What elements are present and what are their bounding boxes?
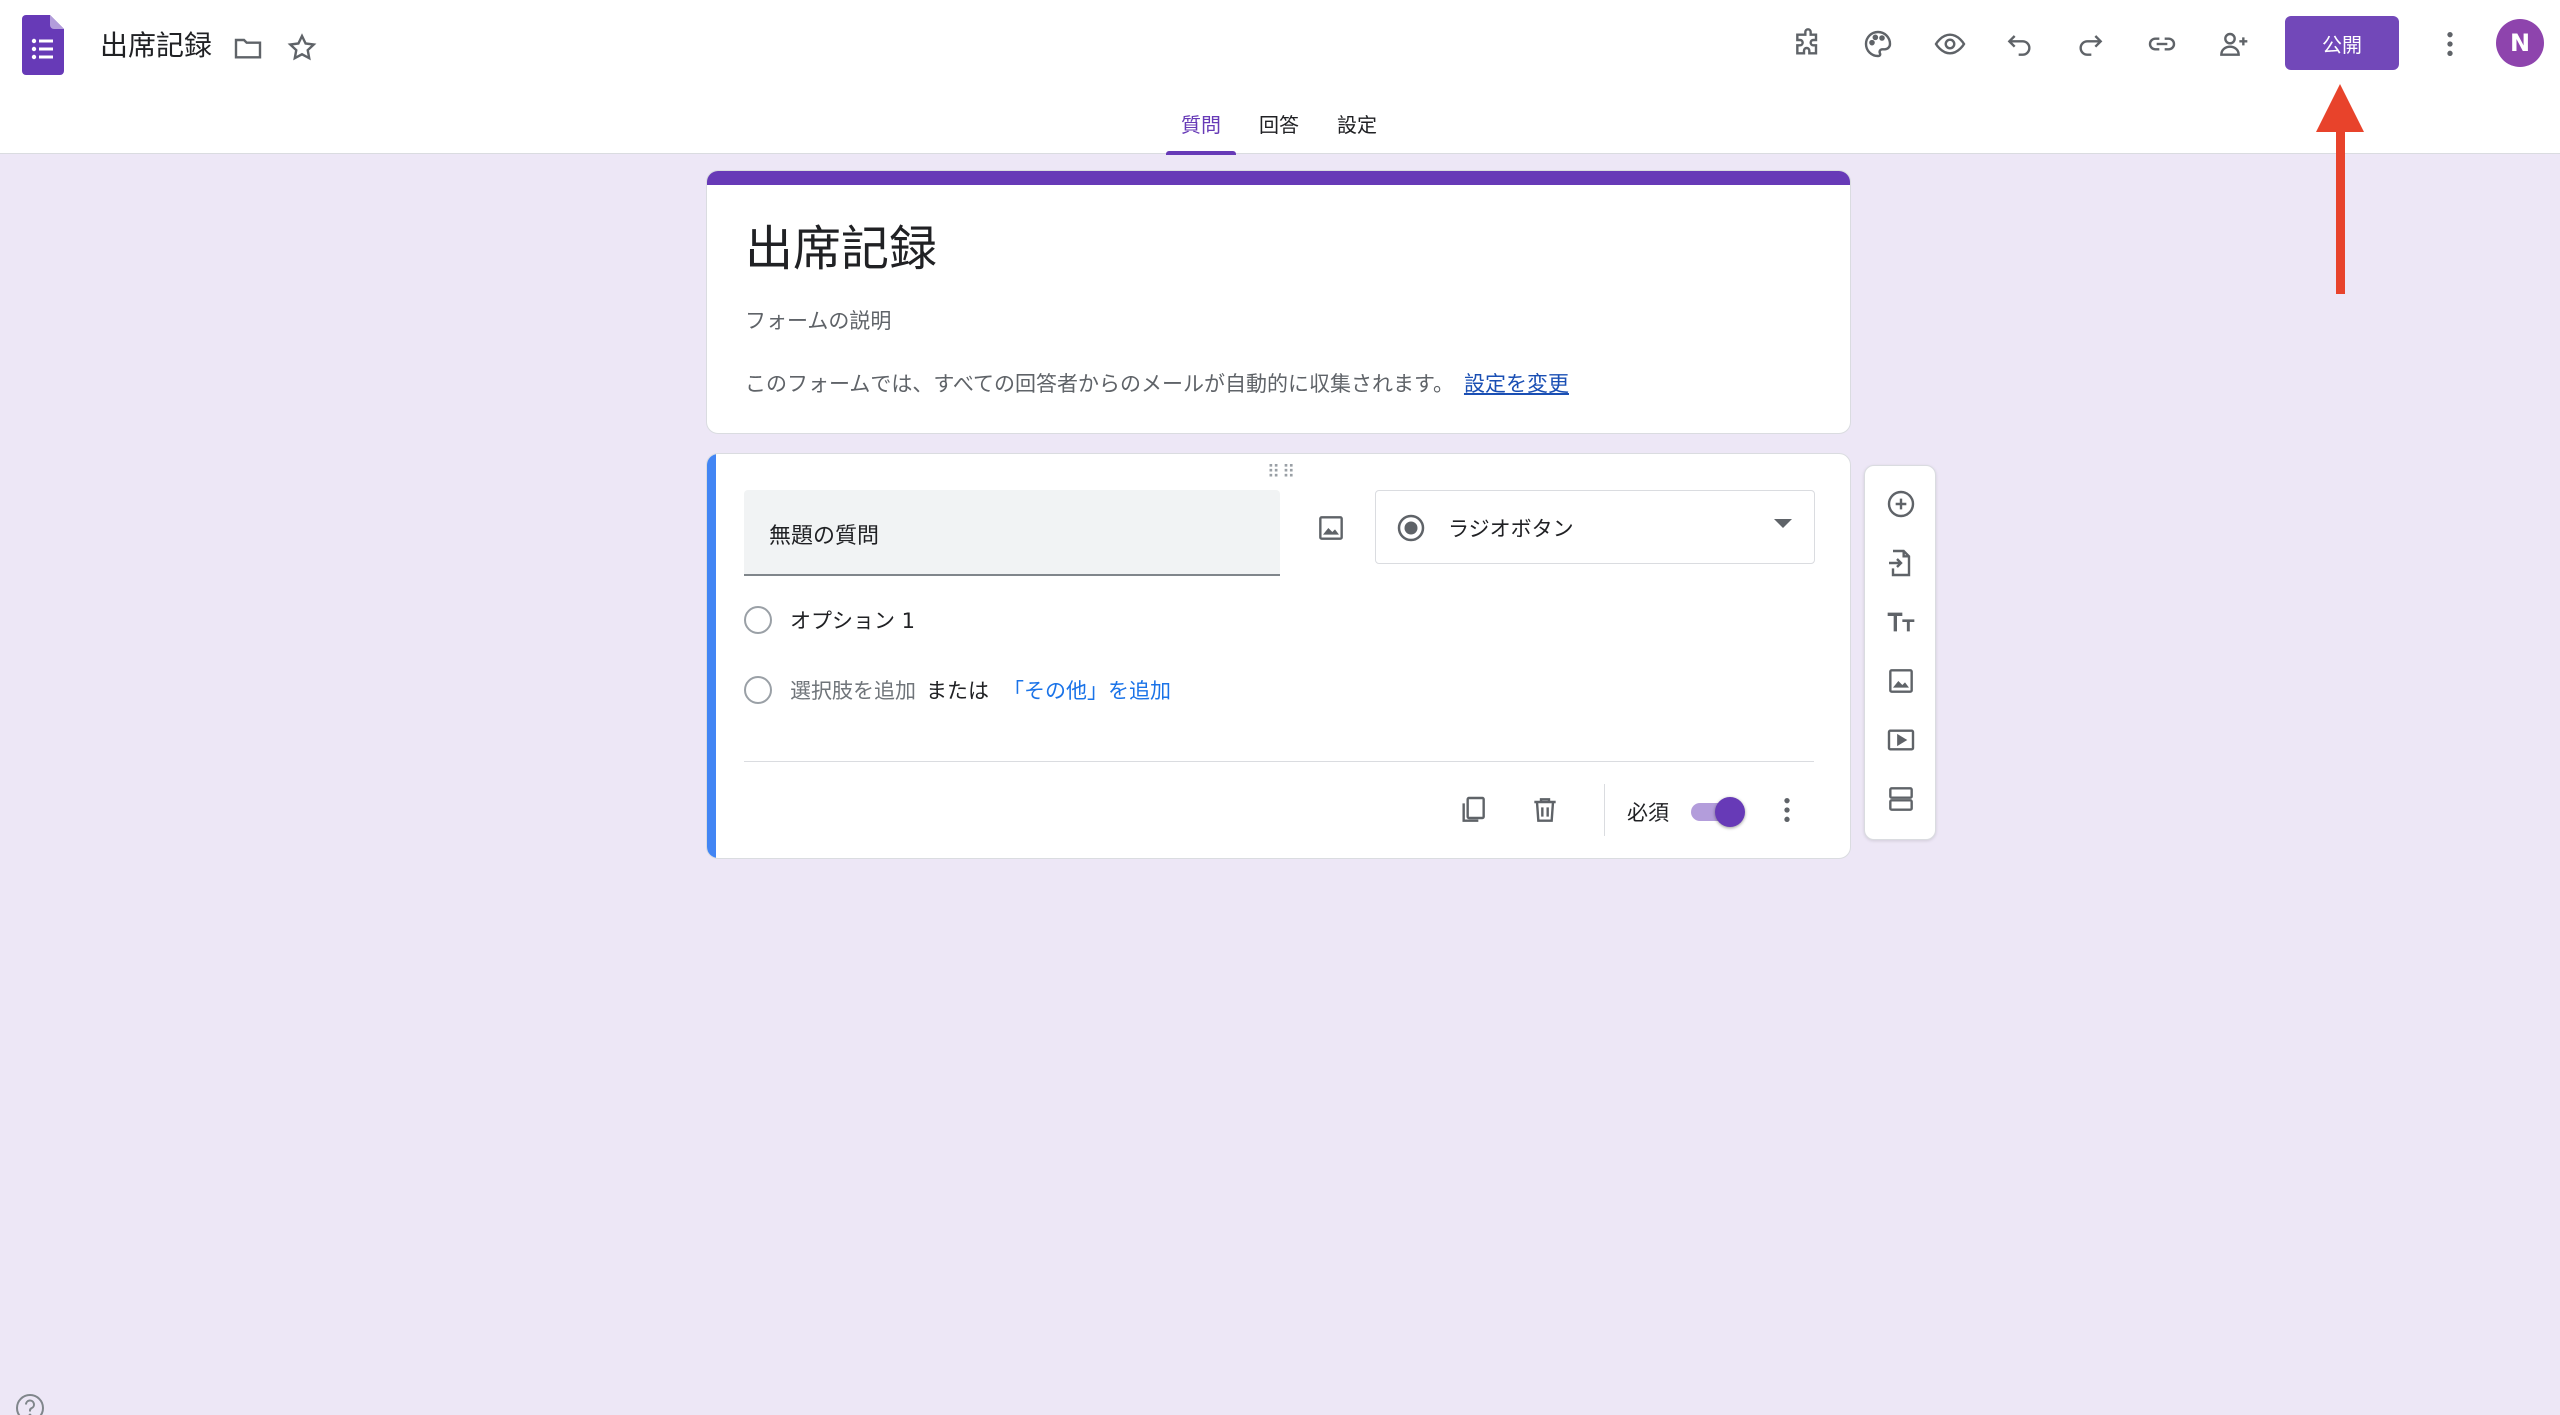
add-title-icon[interactable] xyxy=(1877,598,1925,646)
email-collection-note: このフォームでは、すべての回答者からのメールが自動的に収集されます。 設定を変更 xyxy=(745,368,1569,398)
add-option-button[interactable]: 選択肢を追加 xyxy=(790,675,916,705)
required-label: 必須 xyxy=(1627,801,1669,825)
option-label[interactable]: オプション 1 xyxy=(790,605,915,635)
email-note-text: このフォームでは、すべての回答者からのメールが自動的に収集されます。 xyxy=(745,372,1454,396)
delete-icon[interactable] xyxy=(1523,788,1567,832)
radio-button-icon xyxy=(1397,514,1425,542)
annotation-arrow-icon xyxy=(2316,84,2364,294)
preview-icon[interactable] xyxy=(1926,20,1974,68)
folder-icon[interactable] xyxy=(224,24,272,72)
redo-icon[interactable] xyxy=(2066,20,2114,68)
publish-button[interactable]: 公開 xyxy=(2285,16,2399,70)
toggle-knob xyxy=(1715,797,1745,827)
active-card-indicator xyxy=(707,454,716,858)
add-section-icon[interactable] xyxy=(1877,775,1925,823)
tab-settings[interactable]: 設定 xyxy=(1322,106,1392,154)
duplicate-icon[interactable] xyxy=(1451,788,1495,832)
star-icon[interactable] xyxy=(278,24,326,72)
app-header: 出席記録 公開 N 質問 回答 設定 xyxy=(0,0,2560,155)
forms-logo-icon[interactable] xyxy=(22,15,64,75)
link-icon[interactable] xyxy=(2138,20,2186,68)
account-avatar[interactable]: N xyxy=(2496,19,2544,67)
add-video-icon[interactable] xyxy=(1877,716,1925,764)
add-option-row: 選択肢を追加 または 「その他」を追加 xyxy=(744,670,1171,710)
add-image-icon[interactable] xyxy=(1877,657,1925,705)
footer-divider xyxy=(744,761,1814,762)
tab-questions[interactable]: 質問 xyxy=(1166,106,1236,154)
question-type-dropdown[interactable]: ラジオボタン xyxy=(1375,490,1815,564)
tab-responses[interactable]: 回答 xyxy=(1244,106,1314,154)
add-question-image-icon[interactable] xyxy=(1307,504,1355,552)
form-description-field[interactable]: フォームの説明 xyxy=(745,305,891,335)
footer-separator xyxy=(1604,784,1605,836)
theme-accent-bar xyxy=(707,171,1850,185)
change-settings-link[interactable]: 設定を変更 xyxy=(1464,372,1569,396)
form-header-card[interactable]: 出席記録 フォームの説明 このフォームでは、すべての回答者からのメールが自動的に… xyxy=(706,170,1851,434)
undo-icon[interactable] xyxy=(1996,20,2044,68)
radio-circle-icon xyxy=(744,606,772,634)
or-text: または xyxy=(926,679,989,703)
active-tab-indicator xyxy=(1166,151,1236,155)
palette-icon[interactable] xyxy=(1854,20,1902,68)
chevron-down-icon xyxy=(1774,519,1792,528)
question-title-text: 無題の質問 xyxy=(769,524,880,549)
add-question-icon[interactable] xyxy=(1877,480,1925,528)
question-card[interactable]: ⠿⠿ 無題の質問 ラジオボタン オプション 1 選択肢を追加 または 「その他」… xyxy=(706,453,1851,859)
option-row[interactable]: オプション 1 xyxy=(744,600,915,640)
tab-bar: 質問 回答 設定 xyxy=(0,106,2560,155)
add-collaborator-icon[interactable] xyxy=(2210,20,2258,68)
floating-toolbar xyxy=(1864,465,1936,840)
question-more-vert-icon[interactable] xyxy=(1765,788,1809,832)
help-icon[interactable] xyxy=(14,1392,46,1415)
required-toggle[interactable] xyxy=(1687,797,1745,827)
radio-circle-icon xyxy=(744,676,772,704)
question-title-input[interactable]: 無題の質問 xyxy=(744,490,1280,576)
add-other-button[interactable]: 「その他」を追加 xyxy=(1003,675,1171,705)
drag-handle-icon[interactable]: ⠿⠿ xyxy=(1267,462,1297,483)
import-questions-icon[interactable] xyxy=(1877,539,1925,587)
addon-icon[interactable] xyxy=(1784,20,1832,68)
more-vert-icon[interactable] xyxy=(2426,20,2474,68)
form-title[interactable]: 出席記録 xyxy=(745,219,937,279)
document-title[interactable]: 出席記録 xyxy=(100,28,212,64)
question-type-label: ラジオボタン xyxy=(1448,517,1574,541)
